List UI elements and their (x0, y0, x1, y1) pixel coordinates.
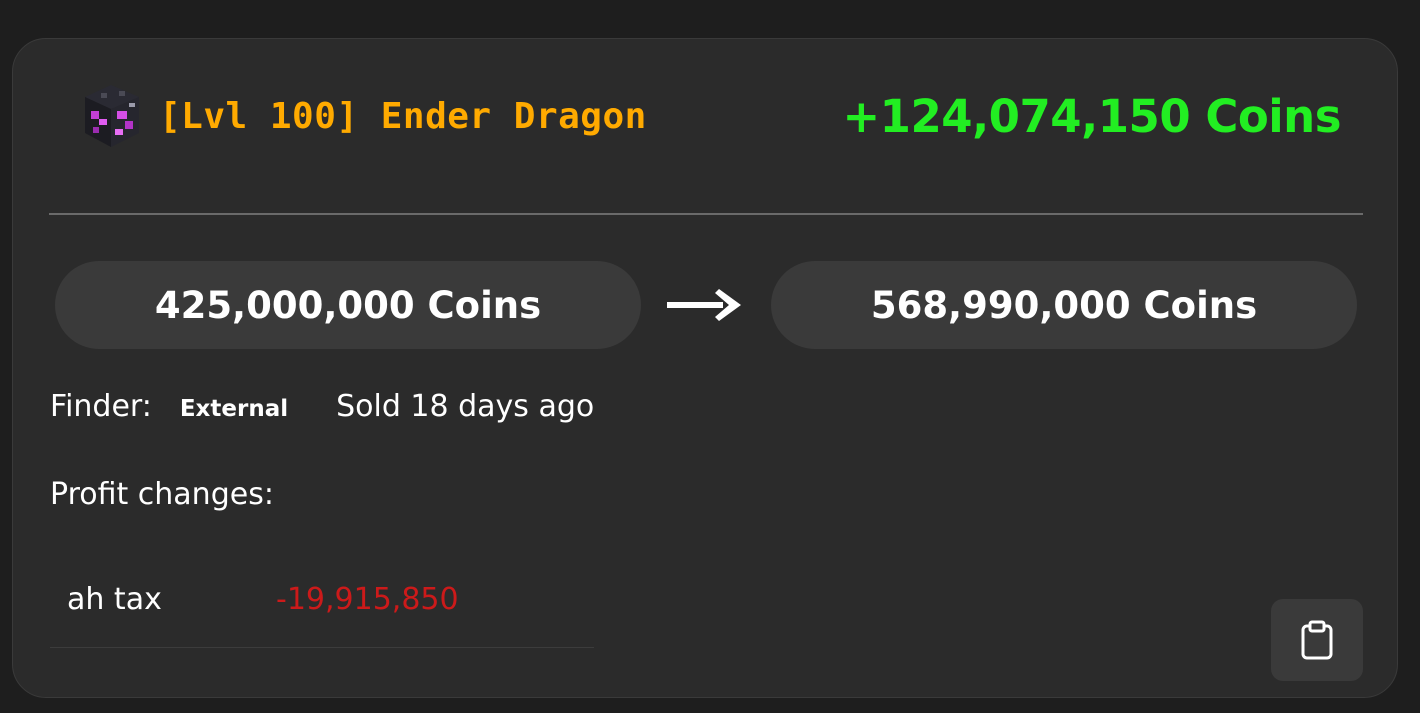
sold-time: Sold 18 days ago (336, 389, 595, 424)
change-value: -19,915,850 (276, 582, 459, 617)
ender-dragon-pet-icon (85, 85, 139, 147)
finder-label: Finder: (50, 389, 152, 424)
item-name: [Lvl 100] Ender Dragon (159, 95, 647, 137)
sell-price: 568,990,000 Coins (870, 283, 1258, 327)
profit-amount: +124,074,150 Coins (842, 89, 1341, 143)
finder-value: External (179, 396, 289, 422)
copy-button[interactable] (1271, 599, 1363, 681)
buy-price-pill: 425,000,000 Coins (55, 261, 641, 349)
change-label: ah tax (67, 582, 162, 617)
price-row: 425,000,000 Coins 568,990,000 Coins (55, 261, 1357, 351)
profit-changes-list: ah tax -19,915,850 (50, 559, 594, 648)
arrow-right-icon (667, 289, 741, 321)
buy-price: 425,000,000 Coins (154, 283, 542, 327)
header-divider (49, 213, 1363, 215)
sell-price-pill: 568,990,000 Coins (771, 261, 1357, 349)
clipboard-icon (1301, 620, 1333, 660)
item-title-group: [Lvl 100] Ender Dragon (71, 81, 647, 151)
flip-card: [Lvl 100] Ender Dragon +124,074,150 Coin… (12, 38, 1398, 698)
flip-header: [Lvl 100] Ender Dragon +124,074,150 Coin… (71, 81, 1341, 151)
finder-row: Finder: External Sold 18 days ago (50, 389, 594, 424)
profit-changes-heading: Profit changes: (50, 477, 274, 512)
